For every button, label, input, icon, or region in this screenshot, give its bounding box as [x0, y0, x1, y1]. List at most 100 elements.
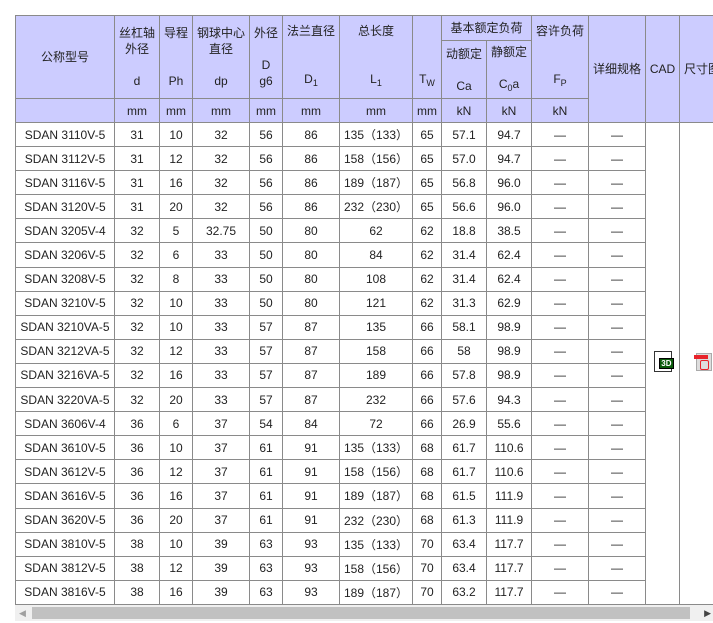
model-cell: SDAN 3110V-5: [15, 121, 115, 148]
value-cell: 62: [412, 266, 442, 292]
ball-center-header: 钢球中心直径: [196, 26, 245, 56]
value-cell: 37: [192, 483, 250, 509]
value-cell: 158（156）: [339, 146, 413, 172]
value-cell: 117.7: [485, 531, 533, 557]
value-cell: 94.7: [485, 121, 533, 148]
value-cell: 50: [249, 290, 283, 316]
unit-cell: mm: [192, 98, 250, 123]
value-cell: 189: [339, 362, 413, 389]
table-row: SDAN 3616V-5 36 16 37 61 91 189（187） 68 61.5 111.…: [15, 483, 713, 509]
scroll-left-arrow-icon[interactable]: ◀: [19, 608, 26, 619]
value-cell: 33: [192, 266, 250, 292]
value-cell: 232: [339, 387, 413, 413]
value-cell: 93: [282, 579, 340, 605]
value-cell: 38: [114, 531, 160, 557]
allow-sub: P: [560, 78, 567, 88]
value-cell: 94.3: [485, 387, 533, 413]
allow-header: 容许负荷: [536, 24, 585, 38]
static-suf: a: [512, 76, 520, 91]
value-cell: 61: [249, 507, 283, 533]
value-cell: —: [531, 338, 590, 364]
value-cell: 87: [282, 362, 340, 389]
value-cell: 62: [412, 242, 442, 268]
model-cell: SDAN 3116V-5: [15, 170, 115, 196]
value-cell: —: [531, 121, 590, 148]
scroll-right-arrow-icon[interactable]: ▶: [704, 608, 711, 619]
value-cell: 63: [249, 531, 283, 557]
value-cell: 12: [159, 146, 193, 172]
value-cell: 57: [249, 338, 283, 364]
value-cell: 32: [114, 387, 160, 413]
value-cell: —: [531, 194, 590, 220]
value-cell: —: [531, 555, 590, 581]
value-cell: 63.4: [441, 531, 487, 557]
value-cell: 12: [159, 555, 193, 581]
value-cell: 62: [412, 290, 442, 316]
model-cell: SDAN 3205V-4: [15, 218, 115, 244]
value-cell: 6: [159, 242, 193, 268]
value-cell: 68: [412, 435, 442, 461]
value-cell: 16: [159, 362, 193, 389]
value-cell: —: [588, 579, 647, 605]
cad-3d-file-icon[interactable]: 3D: [653, 351, 674, 373]
horizontal-scrollbar[interactable]: ◀ ▶: [15, 605, 713, 621]
value-cell: 65: [412, 121, 442, 148]
value-cell: —: [531, 387, 590, 413]
model-header: 公称型号: [40, 50, 89, 64]
value-cell: 80: [282, 266, 340, 292]
value-cell: 63.2: [441, 579, 487, 605]
value-cell: 36: [114, 411, 160, 437]
col-detail: 详细规格: [588, 15, 647, 123]
table-row: SDAN 3212VA-5 32 12 33 57 87 158 66 58 98.9— —: [15, 338, 713, 364]
value-cell: 66: [412, 387, 442, 413]
value-cell: 56.6: [441, 194, 487, 220]
outer-tol: g6: [259, 74, 273, 88]
value-cell: 63.4: [441, 555, 487, 581]
table-row: SDAN 3816V-5 38 16 39 63 93 189（187） 70 63.2 117.…: [15, 579, 713, 605]
model-cell: SDAN 3812V-5: [15, 555, 115, 581]
value-cell: 62.4: [485, 242, 533, 268]
value-cell: 86: [282, 170, 340, 196]
value-cell: 26.9: [441, 411, 487, 437]
value-cell: 39: [192, 579, 250, 605]
col-allow: 容许负荷 FP: [531, 15, 590, 99]
value-cell: 31.3: [441, 290, 487, 316]
value-cell: 6: [159, 411, 193, 437]
value-cell: 32: [114, 314, 160, 340]
value-cell: 58: [441, 338, 487, 364]
value-cell: 110.6: [485, 435, 533, 461]
value-cell: 84: [339, 242, 413, 268]
scrollbar-thumb[interactable]: [32, 607, 690, 619]
value-cell: —: [531, 507, 590, 533]
value-cell: 62: [412, 218, 442, 244]
value-cell: 80: [282, 218, 340, 244]
value-cell: 80: [282, 290, 340, 316]
value-cell: 158（156）: [339, 459, 413, 485]
value-cell: 32: [114, 242, 160, 268]
model-cell: SDAN 3210VA-5: [15, 314, 115, 340]
value-cell: 31.4: [441, 266, 487, 292]
shaft-od-header: 丝杠轴外径: [118, 26, 155, 56]
value-cell: —: [588, 266, 647, 292]
value-cell: 32.75: [192, 218, 250, 244]
table-row: SDAN 3620V-5 36 20 37 61 91 232（230） 68 61.3 111.…: [15, 507, 713, 533]
value-cell: 36: [114, 507, 160, 533]
value-cell: 31: [114, 121, 160, 148]
pdf-icon[interactable]: [694, 352, 713, 371]
table-row: SDAN 3110V-5 31 10 32 56 86 135（133） 65 57.1 94.7…: [15, 121, 713, 605]
value-cell: 33: [192, 314, 250, 340]
col-cad: CAD: [645, 15, 681, 123]
value-cell: —: [531, 411, 590, 437]
value-cell: —: [588, 290, 647, 316]
value-cell: 56: [249, 194, 283, 220]
model-cell: SDAN 3220VA-5: [15, 387, 115, 413]
value-cell: 32: [114, 218, 160, 244]
value-cell: 98.9: [485, 314, 533, 340]
model-cell: SDAN 3112V-5: [15, 146, 115, 172]
col-length: 总长度 L1: [339, 15, 413, 99]
value-cell: 56: [249, 170, 283, 196]
value-cell: 63: [249, 579, 283, 605]
value-cell: 57: [249, 362, 283, 389]
value-cell: 39: [192, 531, 250, 557]
value-cell: 111.9: [485, 507, 533, 533]
